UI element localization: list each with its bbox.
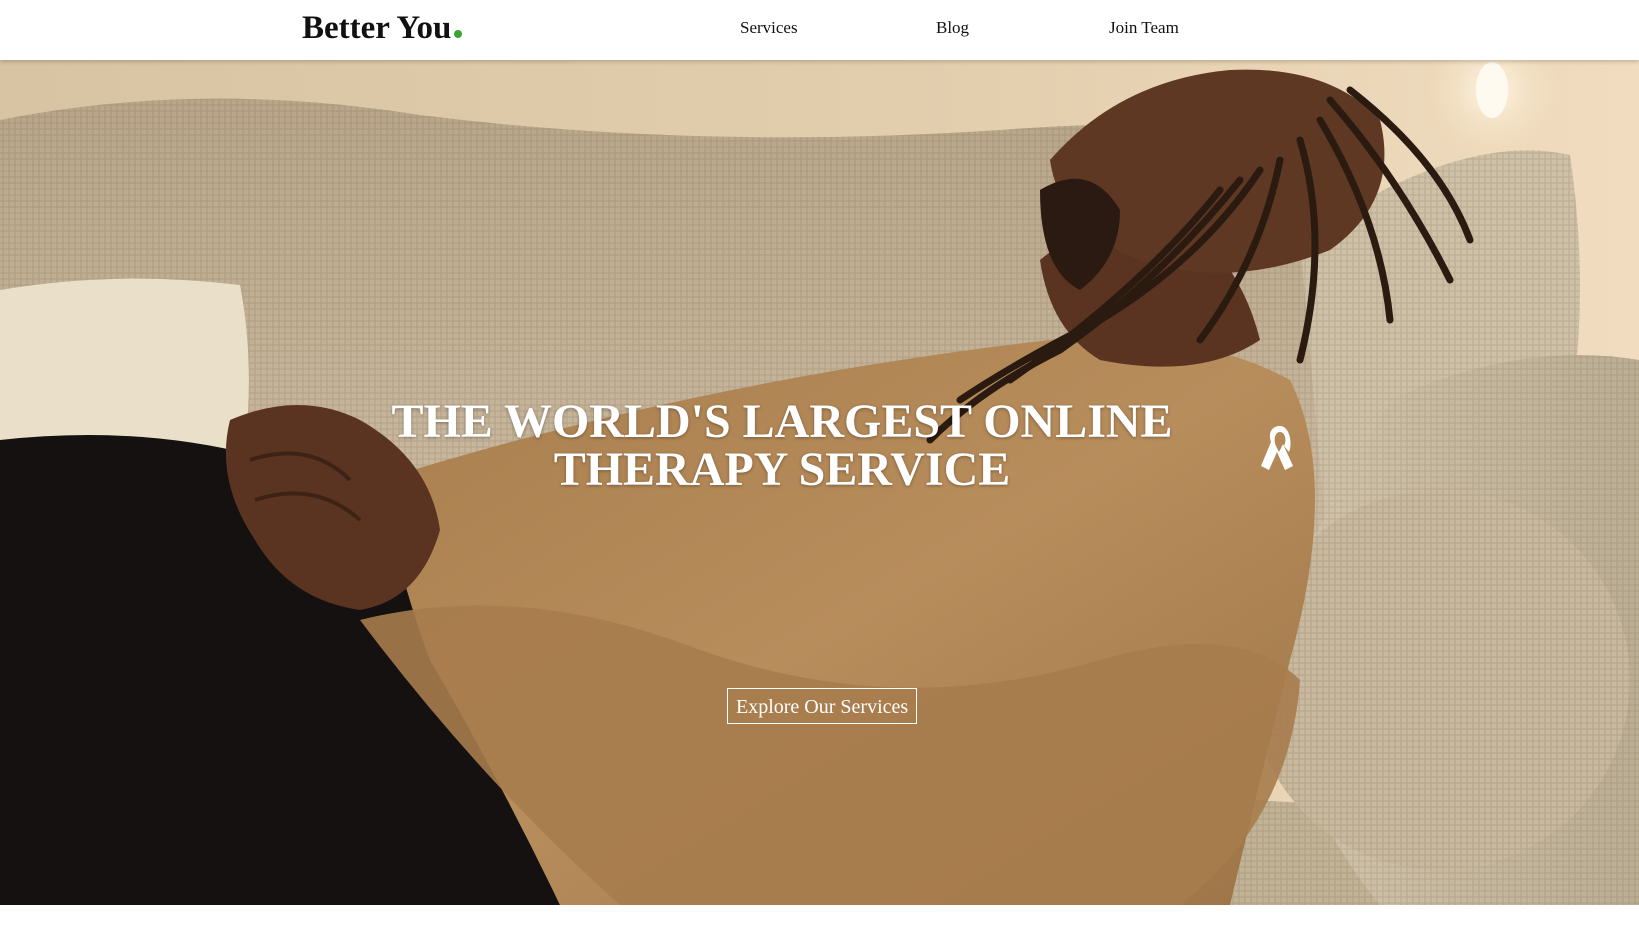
- brand-logo-text: Better You: [302, 10, 452, 46]
- site-header: Better You Services Blog Join Team: [0, 0, 1639, 60]
- brand-logo[interactable]: Better You: [302, 8, 463, 48]
- nav-link-join-team[interactable]: Join Team: [1109, 17, 1179, 39]
- hero-headline: THE WORLD'S LARGEST ONLINE THERAPY SERVI…: [300, 398, 1264, 494]
- hero-section: THE WORLD'S LARGEST ONLINE THERAPY SERVI…: [0, 60, 1639, 905]
- nav-link-services[interactable]: Services: [740, 17, 798, 39]
- nav-link-blog[interactable]: Blog: [936, 17, 969, 39]
- awareness-ribbon-icon: [1261, 426, 1293, 470]
- explore-services-button[interactable]: Explore Our Services: [727, 688, 918, 724]
- hero-headline-line-2: THERAPY SERVICE: [553, 443, 1011, 496]
- hero-headline-line-1: THE WORLD'S LARGEST ONLINE: [391, 395, 1173, 448]
- logo-dot-icon: [454, 30, 463, 38]
